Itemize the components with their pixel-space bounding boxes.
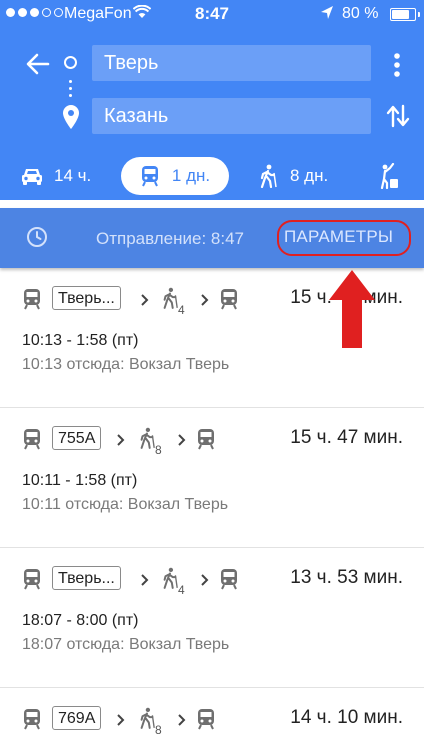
mode-car-tab[interactable]: 14 ч. [20, 157, 91, 195]
annotation-arrow [327, 268, 377, 350]
destination-input[interactable]: Казань [92, 98, 371, 134]
route-from: 18:07 отсюда: Вокзал Тверь [22, 636, 230, 653]
mode-walk-tab[interactable]: 8 дн. [258, 157, 328, 195]
chevron-right-icon [177, 713, 187, 727]
train-icon [219, 288, 239, 315]
route-times: 10:11 - 1:58 (пт) [22, 472, 138, 489]
route-item[interactable]: 755A 8 15 ч. 47 мин. 10:11 - 1:58 (пт) 1… [0, 408, 424, 548]
route-badge: 769A [52, 706, 102, 730]
car-icon [20, 166, 44, 186]
route-item[interactable]: 769A 8 14 ч. 10 мин. [0, 688, 424, 753]
walk-icon [138, 426, 156, 455]
train-icon [196, 708, 216, 735]
train-icon [22, 288, 42, 315]
mode-transit-tab[interactable]: 1 дн. [121, 157, 229, 195]
status-bar: MegaFon 8:47 80 % [0, 0, 424, 30]
origin-input[interactable]: Тверь [92, 45, 371, 81]
route-badge: 755A [52, 426, 102, 450]
annotation-circle [277, 220, 411, 256]
route-times: 10:13 - 1:58 (пт) [22, 332, 139, 349]
route-duration: 15 ч. 47 мин. [290, 427, 403, 448]
route-duration: 13 ч. 53 мин. [290, 567, 403, 588]
battery-percent: 80 % [342, 5, 379, 22]
walk-icon [161, 566, 179, 595]
train-icon [22, 428, 42, 455]
clock-icon[interactable] [26, 226, 48, 248]
chevron-right-icon [200, 293, 210, 307]
chevron-right-icon [116, 433, 126, 447]
ride-icon [376, 163, 400, 189]
swap-icon[interactable] [384, 102, 412, 130]
route-badge: Тверь... [52, 566, 121, 590]
app-header: MegaFon 8:47 80 % Тверь Казань 14 ч. 1 д… [0, 0, 424, 200]
more-vert-icon[interactable] [391, 52, 403, 78]
train-icon [140, 165, 160, 187]
mode-transit-label: 1 дн. [171, 166, 211, 185]
route-from: 10:11 отсюда: Вокзал Тверь [22, 496, 229, 513]
route-item[interactable]: Тверь... 4 13 ч. 53 мин. 18:07 - 8:00 (п… [0, 548, 424, 688]
walk-icon [258, 164, 278, 188]
battery-fill [392, 10, 409, 19]
walk-minutes: 4 [178, 303, 185, 317]
train-icon [219, 568, 239, 595]
walk-icon [138, 706, 156, 735]
route-dot [69, 80, 72, 83]
origin-circle-icon [64, 56, 77, 69]
route-from: 10:13 отсюда: Вокзал Тверь [22, 356, 230, 373]
chevron-right-icon [116, 713, 126, 727]
route-dot [69, 94, 72, 97]
walk-minutes: 8 [155, 723, 162, 737]
mode-walk-label: 8 дн. [290, 166, 329, 185]
route-badge: Тверь... [52, 286, 121, 310]
battery-icon [390, 8, 420, 21]
route-dot [69, 87, 72, 90]
walk-icon [161, 286, 179, 315]
location-arrow-icon [320, 5, 334, 26]
chevron-right-icon [177, 433, 187, 447]
chevron-right-icon [140, 573, 150, 587]
route-duration: 14 ч. 10 мин. [290, 707, 403, 728]
departure-time[interactable]: Отправление: 8:47 [96, 229, 244, 249]
mode-ride-tab[interactable] [376, 157, 400, 195]
mode-car-label: 14 ч. [54, 166, 92, 185]
chevron-right-icon [140, 293, 150, 307]
train-icon [22, 568, 42, 595]
back-arrow-icon[interactable] [24, 50, 52, 78]
chevron-right-icon [200, 573, 210, 587]
walk-minutes: 4 [178, 583, 185, 597]
walk-minutes: 8 [155, 443, 162, 457]
train-icon [22, 708, 42, 735]
train-icon [196, 428, 216, 455]
destination-pin-icon [61, 104, 81, 130]
battery-tip [418, 12, 420, 17]
route-times: 18:07 - 8:00 (пт) [22, 612, 139, 629]
